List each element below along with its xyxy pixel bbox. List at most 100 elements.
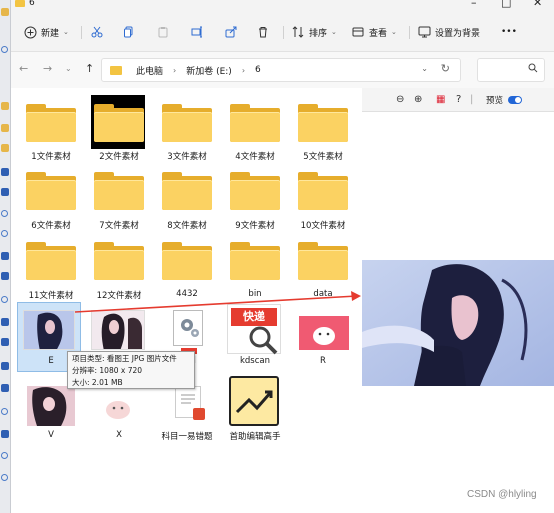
divider: |: [470, 94, 474, 105]
folder-icon: [298, 104, 348, 142]
file-name: 10文件素材: [300, 221, 346, 231]
word-icon: [1, 430, 9, 438]
word-icon: [1, 384, 9, 392]
chevron-down-icon: ⌄: [63, 28, 69, 36]
view-button[interactable]: 查看 ⌄: [351, 24, 397, 40]
folder-icon: [110, 65, 122, 75]
word-icon: [1, 318, 9, 326]
chevron-down-icon: ⌄: [331, 28, 337, 36]
refresh-icon[interactable]: ↻: [441, 62, 450, 75]
folder-icon: [162, 242, 212, 280]
file-explorer-window: 6 – □ ✕ 新建 ⌄ 排序 ⌄ 查看 ⌄ 设置为背景 ••• ← → ⌄ ↑…: [11, 0, 554, 513]
edge-icon: [1, 210, 8, 217]
help-icon[interactable]: ?: [456, 94, 461, 105]
sort-icon: [291, 25, 305, 39]
tooltip-resolution: 分辨率: 1080 x 720: [72, 366, 143, 375]
edge-icon: [1, 474, 8, 481]
folder-icon: [94, 104, 144, 142]
folder-icon: [1, 8, 9, 16]
preview-toolbar: ⊖ ⊕ ▦ ? | 预览: [362, 88, 554, 112]
rename-icon[interactable]: [189, 24, 205, 40]
file-name: 首助编辑高手: [229, 432, 281, 442]
file-name: kdscan: [239, 356, 270, 366]
file-name: 5文件素材: [303, 152, 343, 162]
preview-image: [362, 260, 554, 386]
breadcrumb-folder-6[interactable]: 6: [255, 65, 261, 75]
breadcrumb-separator: ›: [241, 65, 246, 75]
folder-icon: [15, 0, 25, 7]
preview-toggle[interactable]: [508, 96, 522, 104]
file-name: 11文件素材: [28, 291, 74, 301]
zoom-out-icon[interactable]: ⊖: [396, 94, 404, 105]
file-name: 8文件素材: [167, 221, 207, 231]
image-thumbnail: [93, 390, 143, 424]
edge-icon: [1, 230, 8, 237]
new-button[interactable]: 新建 ⌄: [23, 24, 69, 40]
edge-icon: [1, 452, 8, 459]
sort-button[interactable]: 排序 ⌄: [291, 24, 337, 40]
address-bar[interactable]: 此电脑 › 新加卷 (E:) › 6 ⌄ ↻: [101, 58, 461, 82]
file-name: R: [320, 356, 326, 366]
folder-icon: [298, 242, 348, 280]
file-name: 2文件素材: [99, 152, 139, 162]
folder-icon: [298, 172, 348, 210]
word-icon: [1, 362, 9, 370]
address-row: ← → ⌄ ↑ 此电脑 › 新加卷 (E:) › 6 ⌄ ↻: [11, 52, 554, 88]
more-options-button[interactable]: •••: [501, 24, 517, 40]
file-name: 9文件素材: [235, 221, 275, 231]
cut-icon[interactable]: [89, 24, 105, 40]
search-box[interactable]: [477, 58, 545, 82]
divider: [283, 26, 284, 39]
delete-icon[interactable]: [255, 24, 271, 40]
word-icon: [1, 338, 9, 346]
up-arrow-icon[interactable]: ↑: [85, 62, 94, 75]
view-label: 查看: [369, 28, 388, 39]
folder-icon: [230, 172, 280, 210]
image-thumbnail: [91, 310, 145, 350]
file-name: data: [313, 289, 333, 299]
copy-icon[interactable]: [121, 24, 137, 40]
file-name: V: [48, 430, 54, 440]
new-label: 新建: [41, 28, 60, 39]
title-bar: 6 – □ ✕: [11, 0, 554, 12]
more-icon: •••: [501, 27, 517, 37]
grid-icon[interactable]: ▦: [436, 94, 445, 105]
folder-icon: [162, 172, 212, 210]
file-list: 1文件素材 2文件素材 3文件素材 4文件素材 5文件素材 6文件素材 7文件素…: [11, 88, 362, 513]
chevron-down-icon[interactable]: ⌄: [421, 64, 428, 73]
folder-icon: [230, 104, 280, 142]
file-name: 4文件素材: [235, 152, 275, 162]
paste-icon[interactable]: [155, 24, 171, 40]
image-thumbnail: [299, 316, 349, 350]
recent-locations-icon[interactable]: ⌄: [65, 64, 72, 73]
background-window-edge: [0, 0, 11, 513]
maximize-button[interactable]: □: [501, 0, 511, 9]
folder-icon: [1, 124, 9, 132]
breadcrumb-separator: ›: [173, 65, 177, 75]
file-info-tooltip: 项目类型: 看图王 JPG 图片文件 分辨率: 1080 x 720 大小: 2…: [67, 351, 195, 389]
folder-icon: [230, 242, 280, 280]
watermark: CSDN @hlyling: [467, 489, 537, 500]
minimize-button[interactable]: –: [471, 0, 477, 9]
breadcrumb-drive-e[interactable]: 新加卷 (E:): [186, 64, 232, 77]
folder-icon: [162, 104, 212, 142]
close-button[interactable]: ✕: [533, 0, 542, 9]
wallpaper-icon: [417, 25, 431, 39]
tooltip-size: 大小: 2.01 MB: [72, 378, 123, 387]
breadcrumb-this-pc[interactable]: 此电脑: [136, 64, 163, 77]
zoom-in-icon[interactable]: ⊕: [414, 94, 422, 105]
file-name: 3文件素材: [167, 152, 207, 162]
plus-circle-icon: [23, 25, 37, 39]
back-arrow-icon[interactable]: ←: [19, 62, 28, 75]
set-as-background-label: 设置为背景: [435, 28, 481, 39]
forward-arrow-icon[interactable]: →: [43, 62, 52, 75]
file-name: bin: [248, 289, 262, 299]
gear-file-icon: [173, 310, 203, 346]
image-thumbnail: [23, 310, 75, 350]
share-icon[interactable]: [223, 24, 239, 40]
set-as-background-button[interactable]: 设置为背景: [417, 24, 480, 40]
back-icon: [1, 46, 8, 53]
chevron-down-icon: ⌄: [391, 28, 397, 36]
tooltip-type: 项目类型: 看图王 JPG 图片文件: [72, 354, 177, 363]
word-icon: [1, 168, 9, 176]
